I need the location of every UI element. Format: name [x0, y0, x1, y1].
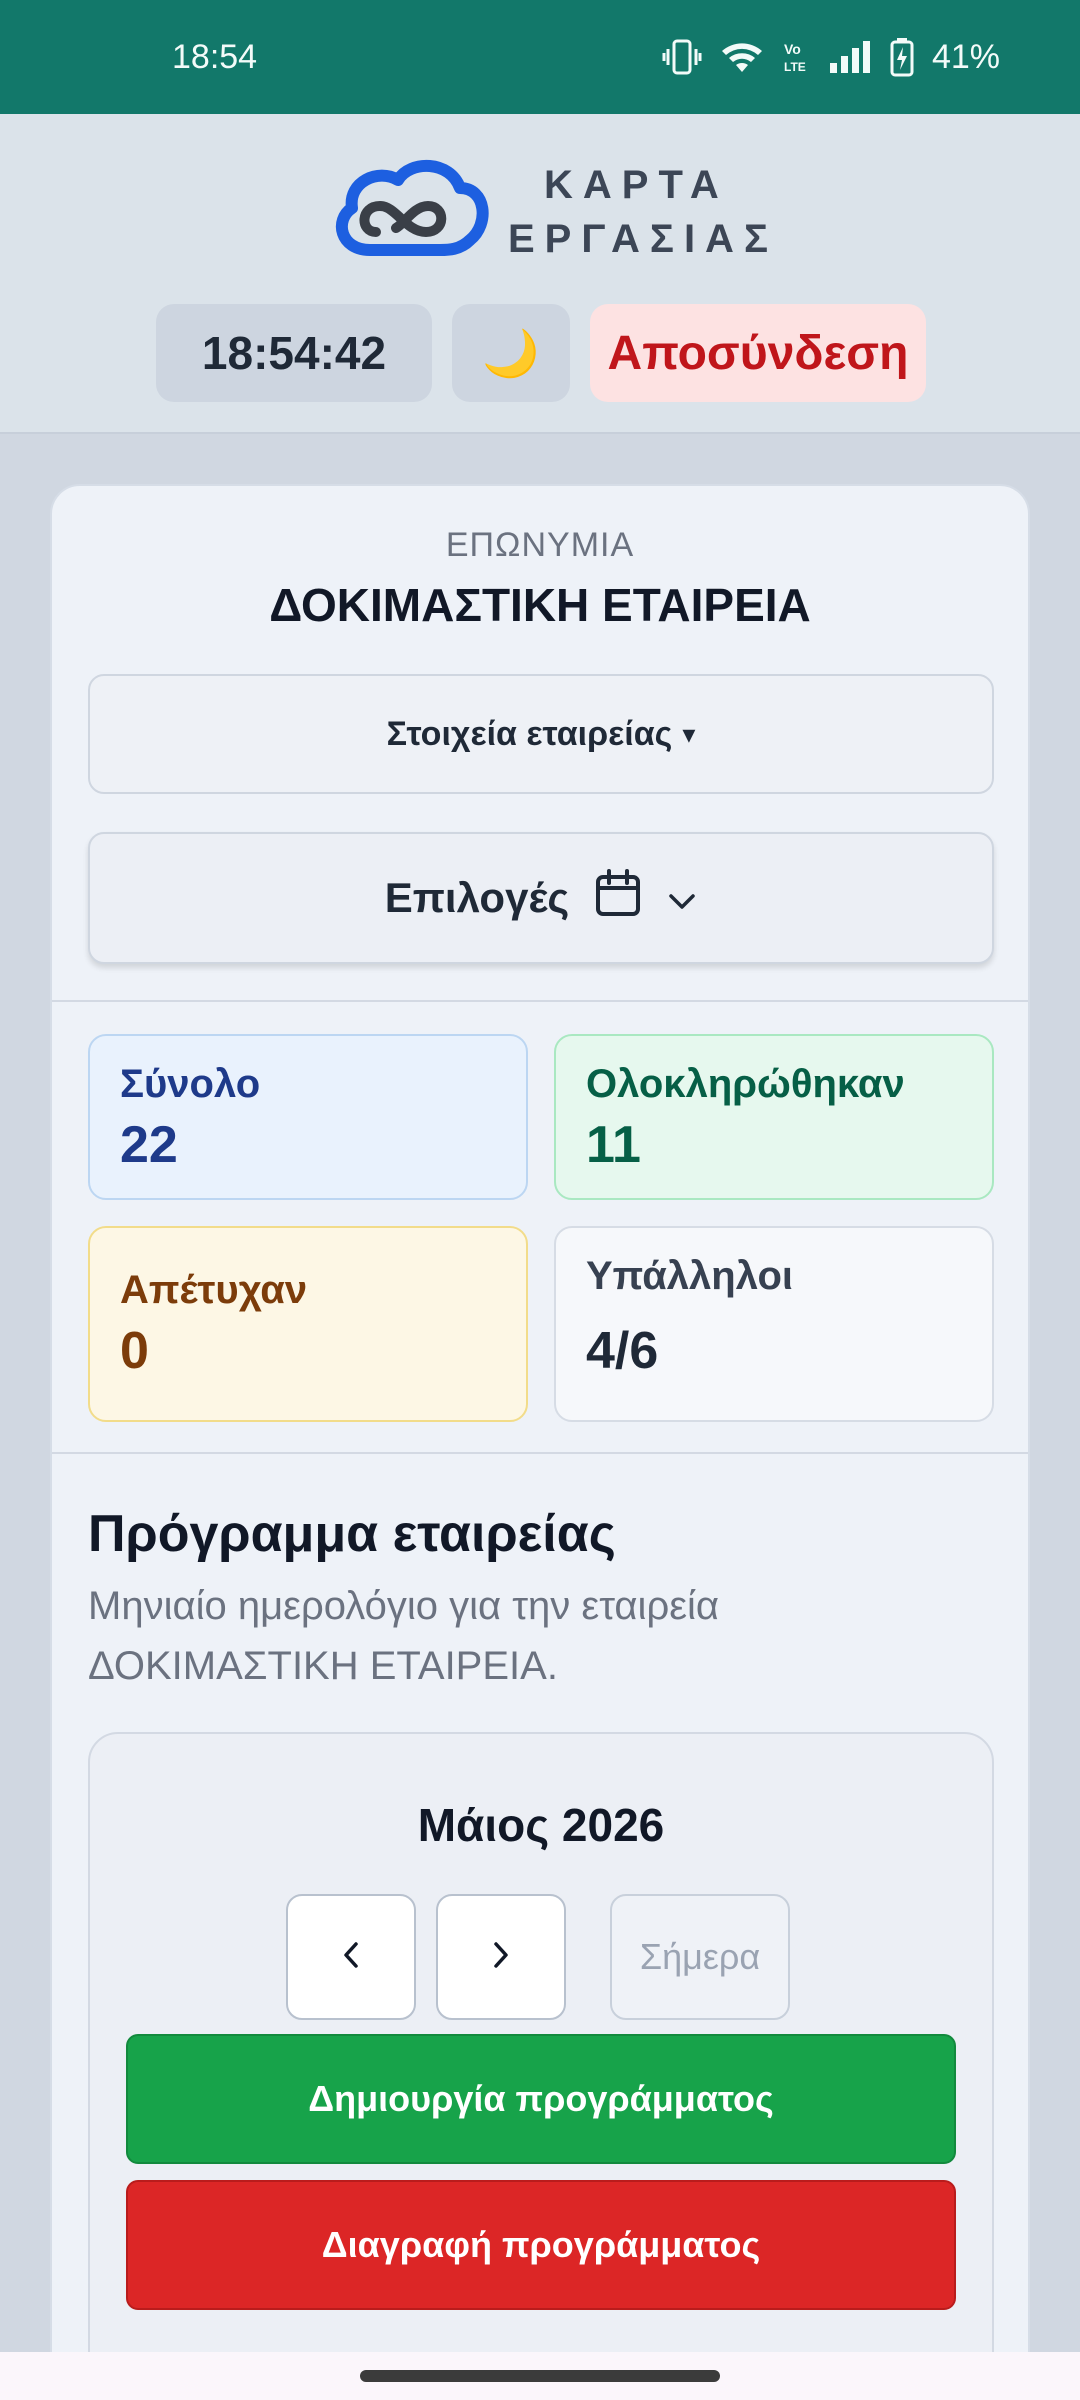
stat-value: 22	[120, 1116, 178, 1174]
stat-label: Υπάλληλοι	[586, 1254, 794, 1298]
battery-icon	[890, 37, 914, 77]
calendar-panel: Μάιος 2026 Σήμερα Δημιουργία προγράμματο…	[88, 1732, 994, 2398]
volte-icon: Vo LTE	[782, 39, 810, 75]
calendar-month: Μάιος 2026	[417, 1799, 665, 1851]
home-indicator[interactable]	[360, 2370, 720, 2382]
create-schedule-button[interactable]: Δημιουργία προγράμματος	[126, 2034, 956, 2164]
chevron-right-icon	[491, 1940, 511, 1975]
app-header: ΚΑΡΤΑ ΕΡΓΑΣΙΑΣ 18:54:42 🌙 Αποσύνδεση	[0, 114, 1080, 434]
divider	[52, 1452, 1028, 1454]
status-bar: 18:54 Vo LTE 41%	[0, 0, 1080, 114]
vibrate-icon	[662, 39, 702, 75]
stat-total: Σύνολο 22	[88, 1034, 528, 1200]
stat-employees: Υπάλληλοι 4/6	[554, 1226, 994, 1422]
company-details-label: Στοιχεία εταιρείας	[386, 714, 673, 753]
stat-value: 4/6	[586, 1322, 659, 1380]
header-controls: 18:54:42 🌙 Αποσύνδεση	[156, 304, 926, 402]
app-logo: ΚΑΡΤΑ ΕΡΓΑΣΙΑΣ	[330, 154, 778, 269]
delete-schedule-button[interactable]: Διαγραφή προγράμματος	[126, 2180, 956, 2310]
logo-line1: ΚΑΡΤΑ	[544, 162, 729, 207]
caret-down-icon: ▾	[682, 718, 696, 749]
moon-icon: 🌙	[482, 326, 540, 379]
live-clock: 18:54:42	[156, 304, 432, 402]
stat-completed: Ολοκληρώθηκαν 11	[554, 1034, 994, 1200]
status-time: 18:54	[172, 37, 258, 76]
company-name: ΔΟΚΙΜΑΣΤΙΚΗ ΕΤΑΙΡΕΙΑ	[269, 579, 811, 631]
chevron-down-icon	[667, 874, 697, 922]
schedule-title: Πρόγραμμα εταιρείας	[88, 1505, 616, 1563]
battery-percent: 41%	[931, 37, 1000, 76]
next-month-button[interactable]	[436, 1894, 566, 2020]
company-card: ΕΠΩΝΥΜΙΑ ΔΟΚΙΜΑΣΤΙΚΗ ΕΤΑΙΡΕΙΑ Στοιχεία ε…	[50, 484, 1030, 2400]
stat-label: Απέτυχαν	[120, 1268, 308, 1312]
stat-value: 0	[120, 1322, 149, 1380]
signal-icon	[828, 39, 872, 75]
today-button[interactable]: Σήμερα	[610, 1894, 790, 2020]
schedule-description: Μηνιαίο ημερολόγιο για την εταιρεία ΔΟΚΙ…	[88, 1584, 720, 1688]
chevron-left-icon	[341, 1940, 361, 1975]
stat-label: Ολοκληρώθηκαν	[586, 1062, 905, 1106]
svg-text:Vo: Vo	[784, 41, 801, 57]
company-details-toggle[interactable]: Στοιχεία εταιρείας ▾	[88, 674, 994, 794]
company-label: ΕΠΩΝΥΜΙΑ	[445, 526, 635, 564]
logo-line2: ΕΡΓΑΣΙΑΣ	[508, 216, 778, 261]
wifi-icon	[720, 39, 764, 75]
theme-toggle-button[interactable]: 🌙	[452, 304, 570, 402]
options-button[interactable]: Επιλογές	[88, 832, 994, 964]
logout-button[interactable]: Αποσύνδεση	[590, 304, 926, 402]
system-nav-bar	[0, 2352, 1080, 2400]
prev-month-button[interactable]	[286, 1894, 416, 2020]
stat-failed: Απέτυχαν 0	[88, 1226, 528, 1422]
calendar-icon	[595, 869, 641, 927]
cloud-logo-icon	[330, 154, 490, 269]
logo-text: ΚΑΡΤΑ ΕΡΓΑΣΙΑΣ	[508, 158, 778, 266]
status-icons: Vo LTE 41%	[662, 37, 1000, 77]
divider	[52, 1000, 1028, 1002]
stat-label: Σύνολο	[120, 1062, 261, 1106]
stat-value: 11	[586, 1116, 641, 1174]
svg-text:LTE: LTE	[784, 60, 806, 74]
options-label: Επιλογές	[384, 874, 570, 921]
